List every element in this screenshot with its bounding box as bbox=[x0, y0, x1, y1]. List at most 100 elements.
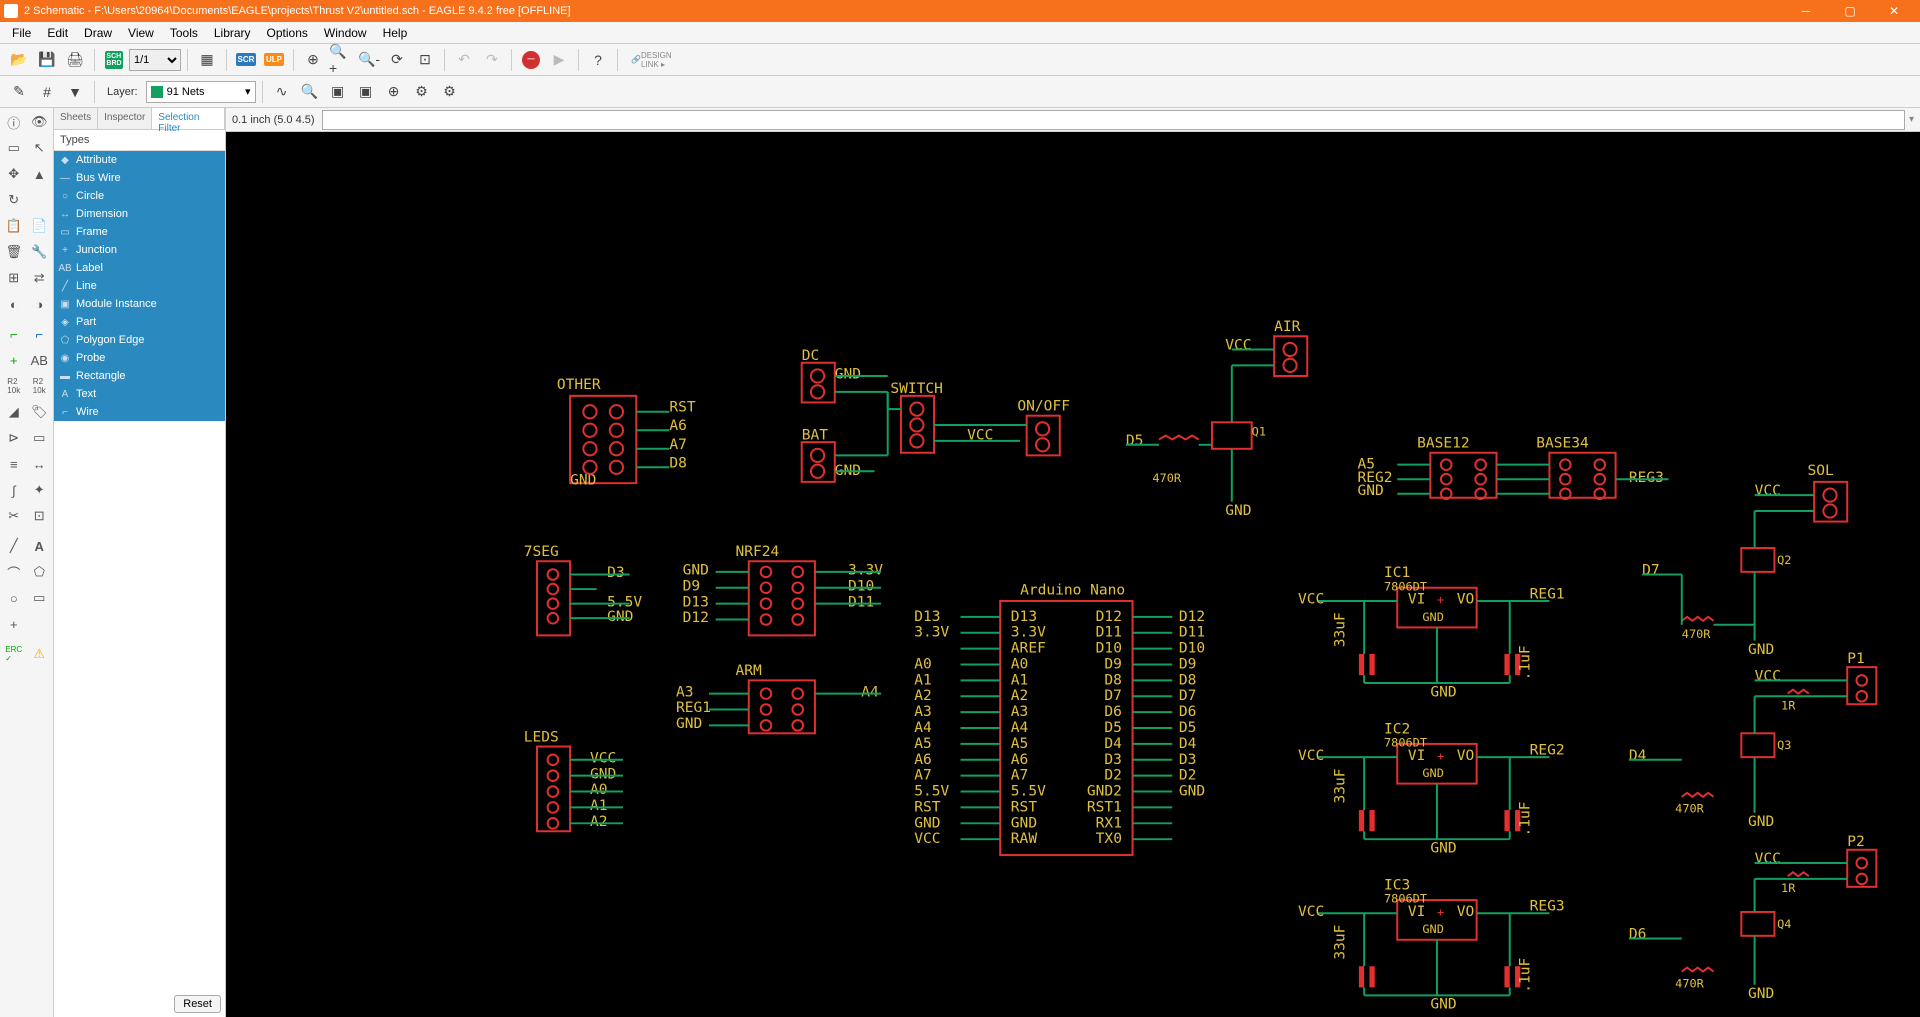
undo-icon[interactable]: ↶ bbox=[451, 47, 477, 73]
part-base12[interactable]: BASE12 A5 REG2 GND bbox=[1358, 434, 1523, 499]
type-item-dimension[interactable]: ↔Dimension bbox=[54, 205, 225, 223]
design-link-icon[interactable]: 🔗 DESIGN LINK ▸ bbox=[624, 47, 679, 73]
dropdown-icon[interactable]: ▾ bbox=[1909, 114, 1914, 125]
type-item-frame[interactable]: ▭Frame bbox=[54, 223, 225, 241]
part-q1[interactable]: Q1 D5 470R GND bbox=[1126, 422, 1266, 519]
minimize-button[interactable]: ─ bbox=[1784, 0, 1828, 22]
filter-icon[interactable]: ▼ bbox=[62, 79, 88, 105]
part-nrf24[interactable]: NRF24 GNDD9 D13D12 3.3VD10 D11 bbox=[683, 543, 884, 635]
type-item-circle[interactable]: ○Circle bbox=[54, 187, 225, 205]
copy-icon[interactable]: 📋 bbox=[2, 214, 26, 238]
arc-icon[interactable]: ⌒ bbox=[2, 560, 26, 584]
zoom-select-icon[interactable]: ⊡ bbox=[412, 47, 438, 73]
name-icon[interactable]: R210k bbox=[28, 374, 52, 398]
part-p2[interactable]: P2 VCC 1R bbox=[1755, 833, 1877, 895]
gear1-icon[interactable]: ⚙ bbox=[409, 79, 435, 105]
junction-tool-icon[interactable]: + bbox=[2, 348, 26, 372]
replace-icon[interactable]: ⇄ bbox=[28, 266, 52, 290]
part-air[interactable]: AIR VCC bbox=[1225, 318, 1307, 422]
board-icon[interactable]: SCHBRD bbox=[101, 47, 127, 73]
type-item-module-instance[interactable]: ▣Module Instance bbox=[54, 295, 225, 313]
zoom-fit-icon[interactable]: ⊕ bbox=[300, 47, 326, 73]
part-arm[interactable]: ARM A3REG1GND A4 bbox=[676, 662, 881, 733]
menu-view[interactable]: View bbox=[120, 24, 162, 42]
miter-tool-icon[interactable]: ✦ bbox=[28, 478, 52, 502]
part-7seg[interactable]: 7SEG D3 5.5V GND bbox=[524, 543, 643, 635]
wire-icon[interactable]: ∫ bbox=[2, 478, 26, 502]
part-q4[interactable]: Q4 D6 470R GND bbox=[1629, 879, 1792, 1002]
command-input[interactable] bbox=[322, 110, 1905, 130]
part-p1[interactable]: P1 VCC 1R bbox=[1755, 650, 1877, 712]
stop-icon[interactable]: ─ bbox=[518, 47, 544, 73]
group-icon[interactable]: ▭ bbox=[2, 136, 26, 160]
reset-button[interactable]: Reset bbox=[174, 995, 221, 1013]
menu-window[interactable]: Window bbox=[316, 24, 375, 42]
part-q2[interactable]: Q2 D7 470R GND bbox=[1642, 548, 1791, 658]
select-icon[interactable]: ↖ bbox=[28, 136, 52, 160]
close-button[interactable]: ✕ bbox=[1872, 0, 1916, 22]
type-item-line[interactable]: ╱Line bbox=[54, 277, 225, 295]
type-item-part[interactable]: ◈Part bbox=[54, 313, 225, 331]
paste-icon[interactable]: 📄 bbox=[28, 214, 52, 238]
part-arduino-nano[interactable]: Arduino Nano D13D133.3V3.3VAREFA0A0A1A1A… bbox=[914, 581, 1205, 855]
zoom-out-icon[interactable]: 🔍- bbox=[356, 47, 382, 73]
add-part-icon[interactable]: ⊕ bbox=[381, 79, 407, 105]
print-icon[interactable]: 🖨 bbox=[62, 47, 88, 73]
errors-icon[interactable]: ⚠ bbox=[28, 642, 52, 666]
part-bat[interactable]: BAT GND bbox=[802, 427, 888, 482]
gateswap-icon[interactable]: ◐ bbox=[2, 292, 26, 316]
type-item-bus-wire[interactable]: —Bus Wire bbox=[54, 169, 225, 187]
part-ic3[interactable]: IC37806DTVIVOGND+VCCREG3GND33uF.1uF bbox=[1298, 876, 1565, 1012]
optimize-icon[interactable]: ⊡ bbox=[28, 504, 52, 528]
split-icon[interactable]: ≡ bbox=[2, 452, 26, 476]
type-item-label[interactable]: ABLabel bbox=[54, 259, 225, 277]
bus-icon[interactable]: ⌐ bbox=[28, 322, 52, 346]
sheet-select[interactable]: 1/1 bbox=[129, 49, 181, 71]
smash-icon[interactable]: ◢ bbox=[2, 400, 26, 424]
move-icon[interactable]: ✥ bbox=[2, 162, 26, 186]
part-ic2[interactable]: IC27806DTVIVOGND+VCCREG2GND33uF.1uF bbox=[1298, 720, 1565, 856]
rotate-icon[interactable]: ↻ bbox=[2, 188, 26, 212]
part-sol[interactable]: SOL VCC bbox=[1755, 462, 1848, 548]
schematic-svg[interactable]: OTHER GND RST A6 A7 D8 DC bbox=[226, 132, 1920, 1017]
line-icon[interactable]: ╱ bbox=[2, 534, 26, 558]
show-icon[interactable]: 👁 bbox=[28, 110, 52, 134]
tab-sheets[interactable]: Sheets bbox=[54, 108, 98, 129]
part-switch[interactable]: SWITCH VCC bbox=[888, 380, 1020, 453]
part-onoff[interactable]: ON/OFF bbox=[1017, 397, 1070, 455]
polygon-icon[interactable]: ⬠ bbox=[28, 560, 52, 584]
type-item-attribute[interactable]: ◆Attribute bbox=[54, 151, 225, 169]
rect-icon[interactable]: ▭ bbox=[28, 586, 52, 610]
scr-icon[interactable]: SCR bbox=[233, 47, 259, 73]
miter-icon[interactable]: ▣ bbox=[325, 79, 351, 105]
module-icon[interactable]: ▭ bbox=[28, 426, 52, 450]
grid-visible-icon[interactable]: ✎ bbox=[6, 79, 32, 105]
open-icon[interactable]: 📂 bbox=[6, 47, 32, 73]
erc-icon[interactable]: ERC✓ bbox=[2, 642, 26, 666]
type-item-text[interactable]: AText bbox=[54, 385, 225, 403]
menu-tools[interactable]: Tools bbox=[162, 24, 206, 42]
value-icon[interactable]: R210k bbox=[2, 374, 26, 398]
mark-icon[interactable]: + bbox=[2, 612, 26, 636]
zoom-redraw-icon[interactable]: ⟳ bbox=[384, 47, 410, 73]
type-item-junction[interactable]: +Junction bbox=[54, 241, 225, 259]
part-leds[interactable]: LEDS VCCGND A0A1A2 bbox=[524, 728, 623, 831]
maximize-button[interactable]: ▢ bbox=[1828, 0, 1872, 22]
slice-icon[interactable]: ✂ bbox=[2, 504, 26, 528]
grid-icon[interactable]: # bbox=[34, 79, 60, 105]
help-icon[interactable]: ? bbox=[585, 47, 611, 73]
text-icon[interactable]: A bbox=[28, 534, 52, 558]
menu-draw[interactable]: Draw bbox=[76, 24, 120, 42]
zoom-in-icon[interactable]: 🔍+ bbox=[328, 47, 354, 73]
circle-icon[interactable]: ○ bbox=[2, 586, 26, 610]
change-icon[interactable]: 🔧 bbox=[28, 240, 52, 264]
menu-edit[interactable]: Edit bbox=[39, 24, 76, 42]
invoke-icon[interactable]: ⊳ bbox=[2, 426, 26, 450]
ulp-icon[interactable]: ULP bbox=[261, 47, 287, 73]
save-icon[interactable]: 💾 bbox=[34, 47, 60, 73]
delete-icon[interactable]: 🗑 bbox=[2, 240, 26, 264]
tab-selection-filter[interactable]: Selection Filter bbox=[152, 108, 225, 129]
gear2-icon[interactable]: ⚙ bbox=[437, 79, 463, 105]
mirror-icon[interactable]: ▲ bbox=[28, 162, 52, 186]
info-icon[interactable]: ⓘ bbox=[2, 110, 26, 134]
